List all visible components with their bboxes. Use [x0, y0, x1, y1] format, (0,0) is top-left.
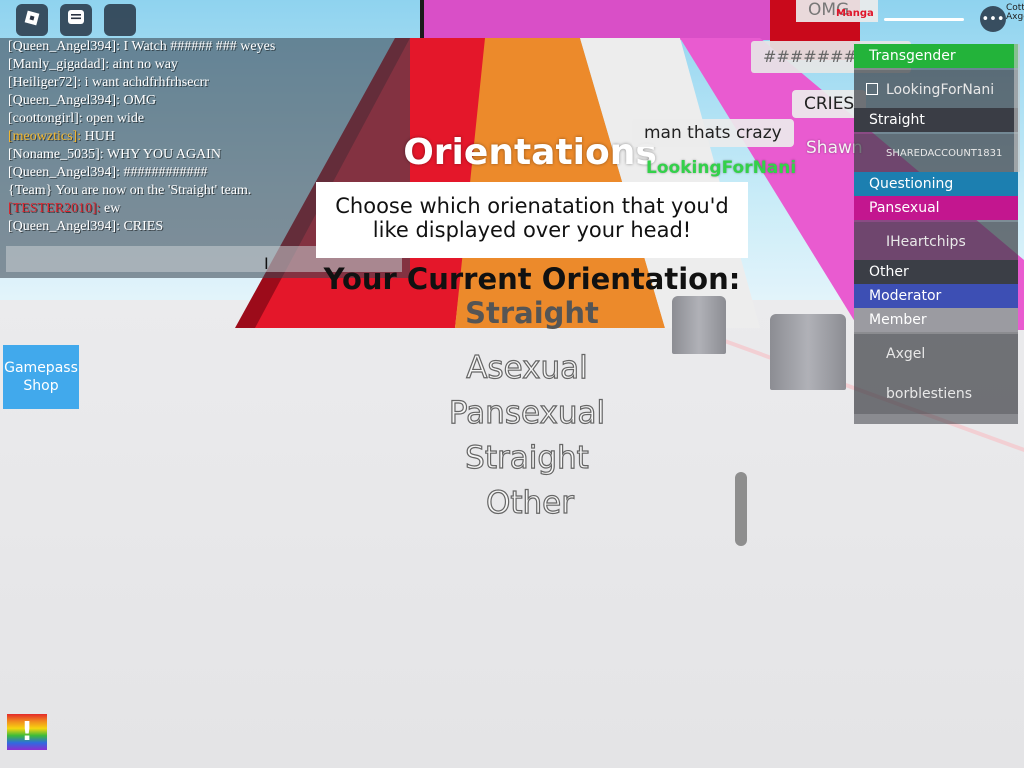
team-header: Straight: [854, 108, 1018, 132]
gamepass-shop-label: Gamepass Shop: [4, 360, 78, 394]
chat-toggle-button[interactable]: [60, 4, 92, 36]
chat-username[interactable]: [Queen_Angel394]:: [8, 165, 123, 180]
chat-username[interactable]: [meowztics]:: [8, 129, 85, 144]
roblox-menu-button[interactable]: [16, 4, 48, 36]
chat-message: [Manly_gigadad]: aint no way: [0, 56, 410, 74]
chat-message: [Queen_Angel394]: OMG: [0, 92, 410, 110]
chat-message: [Heiliger72]: i want achdfrhfrhsecrr: [0, 74, 410, 92]
option-other[interactable]: Other: [410, 484, 650, 521]
chat-icon: [66, 8, 86, 32]
rainbow-alert-button[interactable]: !: [7, 714, 47, 750]
premium-icon: [866, 83, 878, 95]
chat-username[interactable]: [Manly_gigadad]:: [8, 57, 113, 72]
current-orientation-label: Your Current Orientation:: [323, 262, 741, 296]
chat-username[interactable]: [coottongirl]:: [8, 111, 86, 126]
health-bar: [884, 18, 964, 21]
chat-username[interactable]: [Queen_Angel394]:: [8, 39, 123, 54]
chat-username[interactable]: [TESTER2010]:: [8, 201, 104, 216]
option-asexual[interactable]: Asexual: [407, 349, 647, 386]
text-cursor-icon: I: [264, 254, 269, 273]
chat-text: i want achdfrhfrhsecrr: [84, 75, 209, 90]
exclamation-icon: !: [21, 717, 33, 747]
player-name: LookingForNani: [886, 82, 995, 98]
chat-text: CRIES: [123, 219, 164, 234]
chat-text: {Team} You are now on the 'Straight' tea…: [8, 183, 252, 198]
player-row[interactable]: Axgel: [854, 334, 1018, 374]
chat-username[interactable]: [Queen_Angel394]:: [8, 93, 123, 108]
prompt-text: Choose which orienatation that you'd lik…: [335, 194, 729, 242]
player-list-scrollbar[interactable]: [1014, 44, 1020, 172]
team-header: Other: [854, 260, 1018, 284]
player-name: Axgel: [886, 346, 926, 362]
chat-message: [coottongirl]: open wide: [0, 110, 410, 128]
gamepass-shop-button[interactable]: Gamepass Shop: [3, 345, 79, 409]
chat-text: open wide: [86, 111, 145, 126]
player-name: borblestiens: [886, 386, 973, 402]
chat-text: ew: [104, 201, 121, 216]
more-options-button[interactable]: •••: [980, 6, 1006, 32]
roblox-logo-icon: [23, 9, 41, 31]
chat-text: HUH: [84, 129, 115, 144]
player-row[interactable]: IHeartchips: [854, 222, 1018, 262]
chat-text: ############: [123, 165, 208, 180]
stone-pillar-2: [770, 314, 846, 390]
current-orientation-value: Straight: [465, 296, 599, 330]
chat-username[interactable]: [Queen_Angel394]:: [8, 219, 123, 234]
backpack-button[interactable]: [104, 4, 136, 36]
chat-username[interactable]: [Heiliger72]:: [8, 75, 85, 90]
chat-text: aint no way: [112, 57, 178, 72]
option-pansexual[interactable]: Pansexual: [407, 394, 647, 431]
chat-bubble-crazy: man thats crazy: [632, 119, 794, 147]
team-header: Moderator: [854, 284, 1018, 308]
player-row[interactable]: SHAREDACCOUNT1831: [854, 134, 1018, 174]
chat-text: I Watch ###### ### weyes: [123, 39, 276, 54]
team-header: Transgender: [854, 44, 1018, 68]
player-list: Transgender LookingForNani Straight SHAREDA…: [854, 44, 1018, 424]
player-name: SHAREDACCOUNT1831: [886, 148, 1003, 159]
team-header: Pansexual: [854, 196, 1018, 220]
player-tag-lookingfornani: LookingForNani: [646, 158, 797, 178]
player-row[interactable]: LookingForNani: [854, 70, 1018, 110]
chat-message: [Queen_Angel394]: I Watch ###### ### wey…: [0, 38, 410, 56]
stone-pillar-1: [672, 296, 726, 354]
option-straight[interactable]: Straight: [407, 439, 647, 476]
chat-username[interactable]: [Noname_5035]:: [8, 147, 107, 162]
chat-text: OMG: [123, 93, 157, 108]
player-name: IHeartchips: [886, 234, 966, 250]
team-header: Questioning: [854, 172, 1018, 196]
team-header: Member: [854, 308, 1018, 332]
player-row[interactable]: borblestiens: [854, 374, 1018, 414]
top-right-username: Cottiano Axge: [1006, 3, 1024, 22]
ellipsis-icon: •••: [981, 11, 1005, 27]
options-scrollbar[interactable]: [735, 472, 747, 546]
chat-text: WHY YOU AGAIN: [106, 147, 221, 162]
player-tag-red: Manga: [836, 8, 874, 19]
